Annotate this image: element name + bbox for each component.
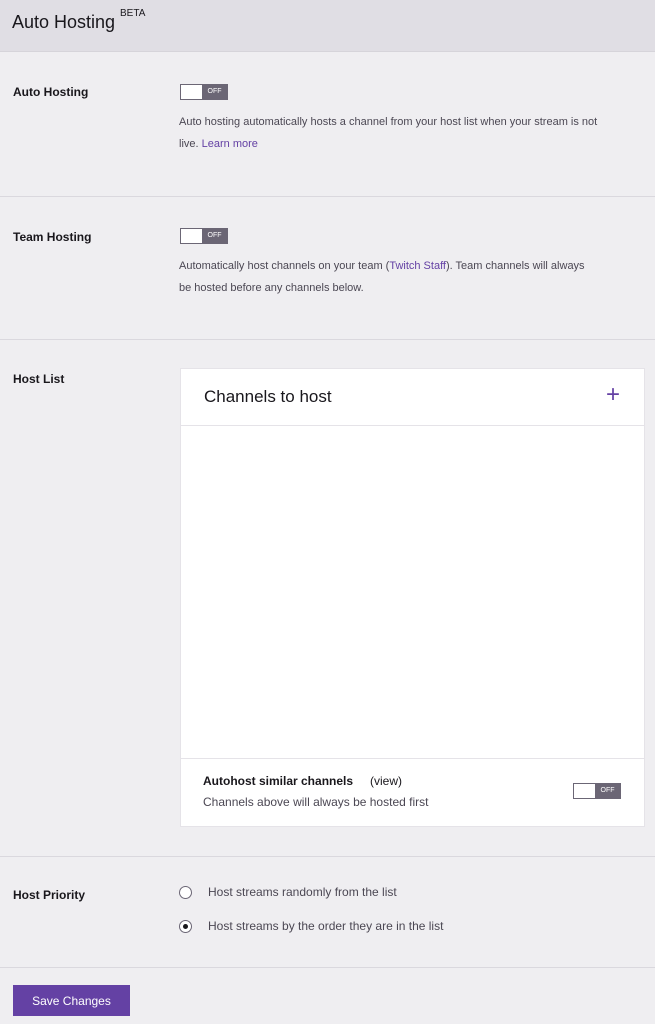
team-hosting-desc-pre: Automatically host channels on your team… xyxy=(179,260,390,272)
radio-label: Host streams by the order they are in th… xyxy=(208,919,444,933)
channels-to-host-panel: Channels to host + Autohost similar chan… xyxy=(180,368,645,827)
toggle-state: OFF xyxy=(202,229,227,243)
host-priority-label: Host Priority xyxy=(13,888,86,902)
twitch-staff-link[interactable]: Twitch Staff xyxy=(389,260,446,272)
autohost-view-link[interactable]: (view) xyxy=(370,774,402,788)
toggle-knob xyxy=(574,784,596,798)
auto-hosting-description: Auto hosting automatically hosts a chann… xyxy=(179,111,649,155)
team-hosting-description: Automatically host channels on your team… xyxy=(179,255,649,299)
host-priority-section: Host Priority Host streams randomly from… xyxy=(0,857,655,968)
team-hosting-label: Team Hosting xyxy=(13,230,92,244)
learn-more-link[interactable]: Learn more xyxy=(202,138,258,150)
page-header: Auto Hosting BETA xyxy=(0,0,655,52)
auto-hosting-toggle[interactable]: OFF xyxy=(180,84,228,100)
auto-hosting-label: Auto Hosting xyxy=(13,85,89,99)
host-list-label: Host List xyxy=(13,372,65,386)
auto-hosting-desc-line2: live. xyxy=(179,138,199,150)
toggle-state: OFF xyxy=(595,784,620,798)
panel-header: Channels to host + xyxy=(181,369,644,426)
team-hosting-toggle[interactable]: OFF xyxy=(180,228,228,244)
team-hosting-desc-post: ). Team channels will always xyxy=(445,260,585,272)
radio-label: Host streams randomly from the list xyxy=(208,885,397,899)
autohost-similar-description: Channels above will always be hosted fir… xyxy=(203,795,429,809)
auto-hosting-section: Auto Hosting OFF Auto hosting automatica… xyxy=(0,53,655,197)
auto-hosting-desc-line1: Auto hosting automatically hosts a chann… xyxy=(179,116,598,128)
page-title: Auto Hosting xyxy=(12,12,116,32)
radio-button-checked[interactable] xyxy=(179,920,192,933)
toggle-knob xyxy=(181,85,203,99)
beta-badge: BETA xyxy=(120,8,146,19)
save-changes-button[interactable]: Save Changes xyxy=(13,985,130,1016)
team-hosting-section: Team Hosting OFF Automatically host chan… xyxy=(0,197,655,340)
plus-icon[interactable]: + xyxy=(601,383,625,407)
toggle-knob xyxy=(181,229,203,243)
team-hosting-desc-line2: be hosted before any channels below. xyxy=(179,282,364,294)
autohost-similar-toggle[interactable]: OFF xyxy=(573,783,621,799)
panel-title: Channels to host xyxy=(204,387,332,406)
autohost-similar-title: Autohost similar channels xyxy=(203,774,354,788)
toggle-state: OFF xyxy=(202,85,227,99)
radio-button[interactable] xyxy=(179,886,192,899)
autohost-similar-row: Autohost similar channels (view) Channel… xyxy=(181,758,644,826)
